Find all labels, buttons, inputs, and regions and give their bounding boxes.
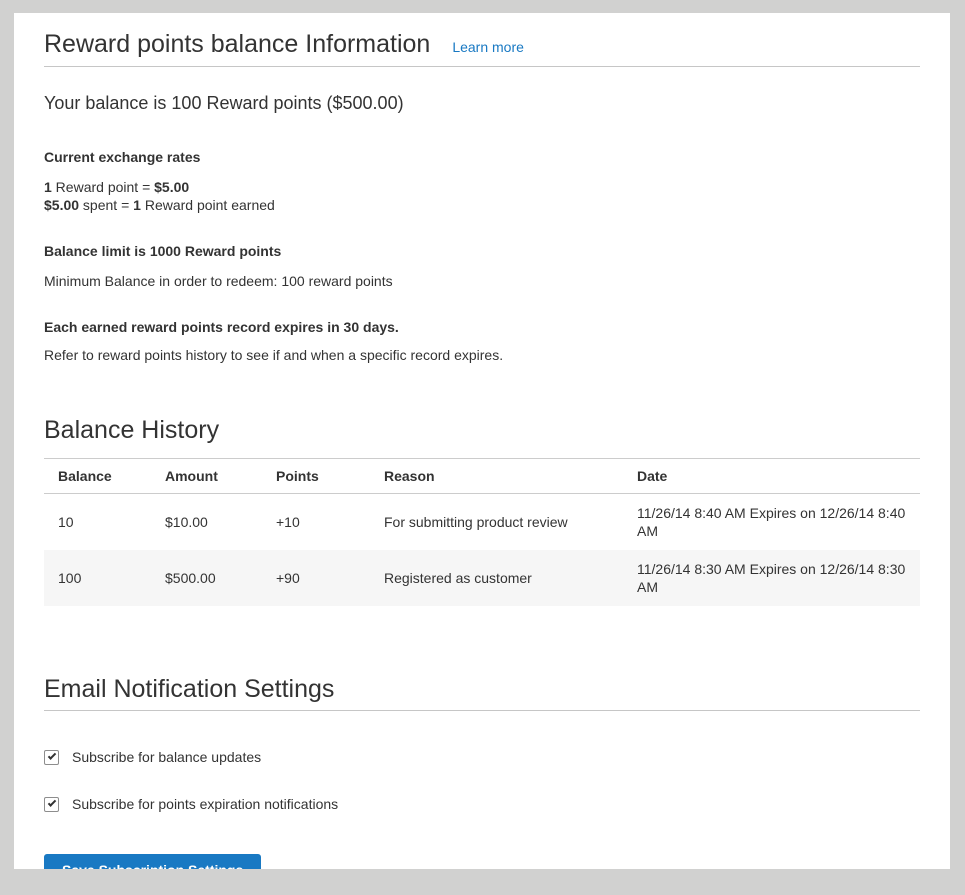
minimum-balance-text: Minimum Balance in order to redeem: 100 … bbox=[44, 272, 920, 290]
rate1-amount: $5.00 bbox=[154, 179, 189, 195]
rate2-tail: Reward point earned bbox=[141, 197, 275, 213]
balance-history-section: Balance History Balance Amount Points Re… bbox=[44, 415, 920, 606]
rate1-text: Reward point = bbox=[52, 179, 154, 195]
table-header-row: Balance Amount Points Reason Date bbox=[44, 459, 920, 494]
rate2-points: 1 bbox=[133, 197, 141, 213]
cell-reason: Registered as customer bbox=[370, 550, 623, 606]
balance-updates-checkbox[interactable] bbox=[44, 750, 59, 765]
column-header-amount: Amount bbox=[151, 459, 262, 494]
exchange-rates: 1 Reward point = $5.00 $5.00 spent = 1 R… bbox=[44, 178, 920, 214]
email-notification-title: Email Notification Settings bbox=[44, 674, 920, 711]
reward-points-page: Reward points balance Information Learn … bbox=[14, 13, 950, 869]
cell-amount: $10.00 bbox=[151, 494, 262, 551]
rate1-points: 1 bbox=[44, 179, 52, 195]
expiry-text: Each earned reward points record expires… bbox=[44, 318, 920, 336]
page-title: Reward points balance Information bbox=[44, 29, 430, 59]
rate2-amount: $5.00 bbox=[44, 197, 79, 213]
cell-points: +10 bbox=[262, 494, 370, 551]
save-subscription-settings-button[interactable]: Save Subscription Settings bbox=[44, 854, 261, 869]
exchange-rate-line-1: 1 Reward point = $5.00 bbox=[44, 178, 920, 196]
balance-history-title: Balance History bbox=[44, 415, 920, 445]
cell-reason: For submitting product review bbox=[370, 494, 623, 551]
points-expiration-label[interactable]: Subscribe for points expiration notifica… bbox=[72, 795, 338, 813]
points-expiration-option[interactable]: Subscribe for points expiration notifica… bbox=[44, 795, 920, 813]
exchange-rates-heading: Current exchange rates bbox=[44, 148, 920, 166]
checkmark-icon bbox=[47, 798, 55, 806]
expiry-note-text: Refer to reward points history to see if… bbox=[44, 346, 920, 364]
rate2-text: spent = bbox=[79, 197, 133, 213]
balance-updates-option[interactable]: Subscribe for balance updates bbox=[44, 748, 920, 766]
cell-balance: 100 bbox=[44, 550, 151, 606]
balance-summary: Your balance is 100 Reward points ($500.… bbox=[44, 93, 920, 114]
column-header-points: Points bbox=[262, 459, 370, 494]
checkmark-icon bbox=[47, 751, 55, 759]
table-row: 100 $500.00 +90 Registered as customer 1… bbox=[44, 550, 920, 606]
learn-more-link[interactable]: Learn more bbox=[452, 39, 524, 55]
column-header-reason: Reason bbox=[370, 459, 623, 494]
balance-updates-label[interactable]: Subscribe for balance updates bbox=[72, 748, 261, 766]
points-expiration-checkbox[interactable] bbox=[44, 797, 59, 812]
table-row: 10 $10.00 +10 For submitting product rev… bbox=[44, 494, 920, 551]
exchange-rate-line-2: $5.00 spent = 1 Reward point earned bbox=[44, 196, 920, 214]
page-header: Reward points balance Information Learn … bbox=[44, 29, 920, 67]
cell-points: +90 bbox=[262, 550, 370, 606]
cell-amount: $500.00 bbox=[151, 550, 262, 606]
balance-history-table: Balance Amount Points Reason Date 10 $10… bbox=[44, 458, 920, 606]
cell-balance: 10 bbox=[44, 494, 151, 551]
balance-limit-text: Balance limit is 1000 Reward points bbox=[44, 242, 920, 260]
column-header-balance: Balance bbox=[44, 459, 151, 494]
column-header-date: Date bbox=[623, 459, 920, 494]
cell-date: 11/26/14 8:30 AM Expires on 12/26/14 8:3… bbox=[623, 550, 920, 606]
email-notification-section: Email Notification Settings Subscribe fo… bbox=[44, 674, 920, 869]
cell-date: 11/26/14 8:40 AM Expires on 12/26/14 8:4… bbox=[623, 494, 920, 551]
